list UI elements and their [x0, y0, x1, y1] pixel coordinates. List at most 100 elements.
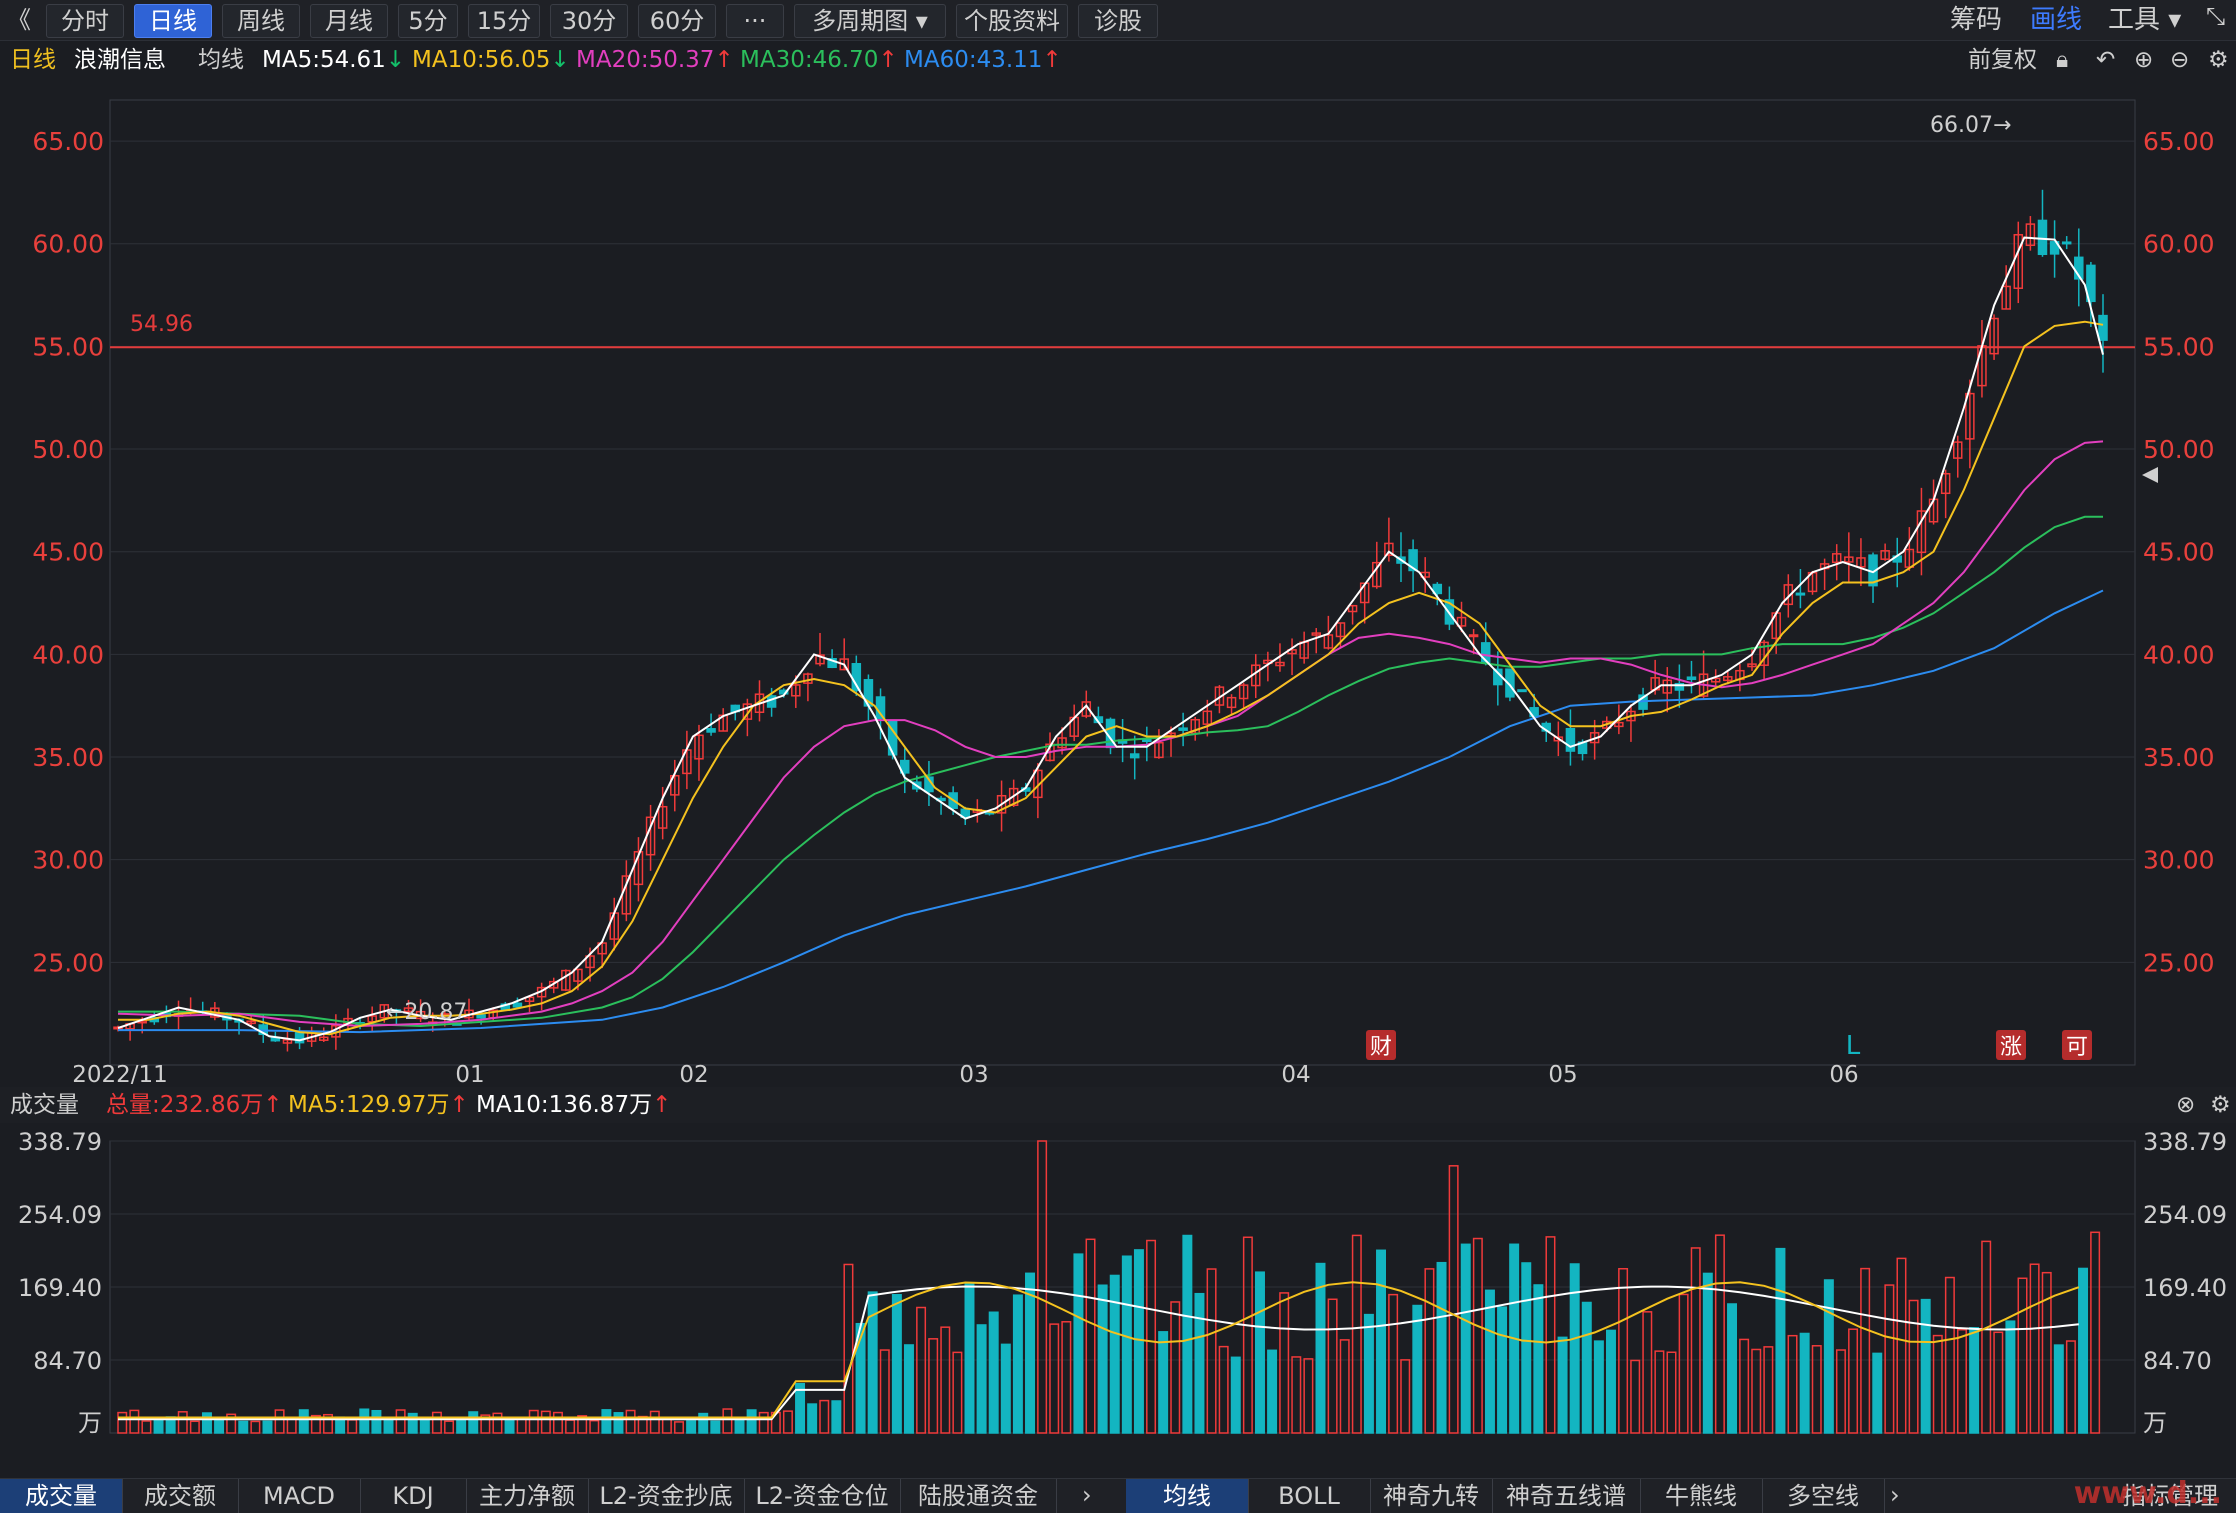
settings-icon[interactable]: ⚙ — [2210, 1087, 2231, 1123]
volume-bar — [298, 1409, 309, 1434]
volume-bar — [807, 1403, 818, 1434]
tools-menu[interactable]: 工具 ▾ — [2108, 4, 2181, 36]
zoom-in-icon[interactable]: ⊕ — [2134, 42, 2153, 78]
volume-bar — [238, 1420, 249, 1434]
volume-bar — [1376, 1249, 1387, 1434]
chips-button[interactable]: 筹码 — [1950, 4, 2002, 36]
overlay-tab-0[interactable]: 均线 — [1126, 1479, 1249, 1513]
event-marker[interactable]: 可 — [2066, 1035, 2088, 1060]
volume-header: 成交量 总量:232.86万↑ MA5:129.97万↑ MA10:136.87… — [0, 1087, 2236, 1123]
lock-icon[interactable]: 🔒︎ — [2056, 42, 2068, 78]
indicator-tab-2[interactable]: MACD — [238, 1479, 361, 1513]
event-marker[interactable]: L — [1846, 1031, 1861, 1061]
y-tick-left: 40.00 — [32, 640, 104, 669]
candle-body — [1129, 753, 1140, 759]
volume-y-tick: 338.79 — [18, 1128, 102, 1156]
volume-bar — [1678, 1293, 1689, 1434]
indicator-tab-6[interactable]: L2-资金仓位 — [744, 1479, 901, 1513]
chevron-right-icon[interactable]: › — [1082, 1481, 1092, 1509]
volume-bar — [1339, 1339, 1350, 1434]
undo-icon[interactable]: ↶ — [2096, 42, 2115, 78]
volume-bar — [1146, 1239, 1157, 1434]
candlestick-chart[interactable]: 65.00 65.00 60.00 60.00 55.00 55.00 50.00 50.00… — [0, 80, 2236, 1085]
collapse-icon[interactable]: ⤡ — [2206, 2, 2225, 30]
volume-bar — [928, 1338, 939, 1434]
overlay-tab-2[interactable]: 神奇九转 — [1370, 1479, 1493, 1513]
period-tab-2[interactable]: 周线 — [222, 4, 300, 38]
volume-bar — [1109, 1274, 1120, 1434]
overlay-tab-1[interactable]: BOLL — [1248, 1479, 1371, 1513]
volume-bar — [1182, 1234, 1193, 1434]
volume-bar — [1412, 1304, 1423, 1434]
volume-bar — [565, 1419, 576, 1434]
indicator-tab-5[interactable]: L2-资金抄底 — [588, 1479, 745, 1513]
volume-bar — [1194, 1292, 1205, 1434]
period-tab-4[interactable]: 5分 — [398, 4, 458, 38]
period-tab-6[interactable]: 30分 — [550, 4, 628, 38]
volume-bar — [625, 1409, 636, 1434]
period-tab-0[interactable]: 分时 — [46, 4, 124, 38]
y-tick-left: 45.00 — [32, 538, 104, 567]
volume-bar — [117, 1411, 128, 1434]
y-tick-right: 50.00 — [2143, 435, 2215, 464]
y-tick-left: 60.00 — [32, 230, 104, 259]
indicator-tab-4[interactable]: 主力净额 — [466, 1479, 589, 1513]
volume-bar — [1424, 1268, 1435, 1434]
volume-chart[interactable]: 338.79 338.79 254.09 254.09 169.40 169.40 84.7… — [0, 1125, 2236, 1478]
indicator-tab-1[interactable]: 成交额 — [122, 1479, 239, 1513]
period-label: 日线 — [10, 47, 56, 73]
volume-bar — [1775, 1247, 1786, 1434]
volume-bar — [686, 1420, 697, 1434]
indicator-tab-0[interactable]: 成交量 — [0, 1479, 123, 1513]
x-tick-label: 02 — [679, 1062, 708, 1085]
period-tab-10[interactable]: 个股资料 — [956, 4, 1068, 38]
x-tick-label: 06 — [1829, 1062, 1858, 1085]
volume-y-tick-right: 万 — [2143, 1409, 2167, 1437]
indicator-tab-7[interactable]: 陆股通资金 — [900, 1479, 1057, 1513]
indicator-tab-3[interactable]: KDJ — [360, 1479, 467, 1513]
period-tab-11[interactable]: 诊股 — [1078, 4, 1158, 38]
adjust-mode[interactable]: 前复权 — [1968, 42, 2037, 78]
volume-bar — [262, 1420, 273, 1434]
candle-body — [2061, 241, 2072, 245]
volume-bar — [371, 1409, 382, 1434]
event-marker[interactable]: 涨 — [2000, 1035, 2022, 1060]
volume-bar — [1714, 1234, 1725, 1434]
period-tab-5[interactable]: 15分 — [468, 4, 540, 38]
volume-bar — [1097, 1284, 1108, 1434]
volume-bar — [698, 1412, 709, 1434]
volume-bar — [1230, 1356, 1241, 1434]
volume-bar — [1848, 1328, 1859, 1434]
draw-line-button[interactable]: 画线 — [2030, 4, 2082, 36]
volume-bar — [1799, 1332, 1810, 1434]
volume-bar — [1497, 1306, 1508, 1434]
overlay-tab-5[interactable]: 多空线 — [1762, 1479, 1885, 1513]
x-tick-label: 2022/11 — [72, 1062, 168, 1085]
overlay-tab-3[interactable]: 神奇五线谱 — [1492, 1479, 1641, 1513]
settings-icon[interactable]: ⚙ — [2208, 42, 2229, 78]
chevron-right-icon[interactable]: › — [1890, 1481, 1900, 1509]
volume-bar — [661, 1418, 672, 1434]
period-tab-1[interactable]: 日线 — [134, 4, 212, 38]
volume-bar — [1049, 1323, 1060, 1434]
overlay-tab-4[interactable]: 牛熊线 — [1640, 1479, 1763, 1513]
volume-bar — [964, 1282, 975, 1434]
stock-name[interactable]: 浪潮信息 — [74, 42, 166, 78]
period-tab-9[interactable]: 多周期图 ▾ — [794, 4, 946, 38]
period-tab-7[interactable]: 60分 — [638, 4, 716, 38]
volume-y-tick: 万 — [78, 1409, 102, 1437]
volume-bar — [1012, 1294, 1023, 1434]
arrow-up-icon: ↑ — [652, 1092, 672, 1118]
close-icon[interactable]: ⊗ — [2176, 1087, 2195, 1123]
period-tab-8[interactable]: ··· — [726, 4, 784, 38]
volume-bar — [383, 1417, 394, 1434]
period-tab-3[interactable]: 月线 — [310, 4, 388, 38]
back-button[interactable]: 《 — [2, 4, 36, 36]
volume-bar — [492, 1412, 503, 1434]
volume-bar — [1158, 1331, 1169, 1434]
zoom-out-icon[interactable]: ⊖ — [2170, 42, 2189, 78]
volume-label[interactable]: 成交量 — [10, 1087, 79, 1123]
event-marker[interactable]: 财 — [1370, 1035, 1392, 1060]
volume-bar — [649, 1410, 660, 1434]
indicator-name[interactable]: 均线 — [198, 42, 244, 78]
